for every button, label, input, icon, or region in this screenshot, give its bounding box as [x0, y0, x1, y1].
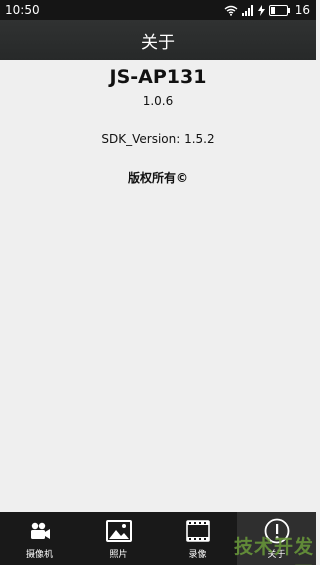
- nav-item-label: 录像: [188, 549, 207, 560]
- film-icon: [185, 518, 210, 544]
- status-icons: 16: [224, 3, 310, 17]
- battery-level: 16: [294, 3, 310, 17]
- wifi-icon: [224, 5, 238, 16]
- title-bar: 关于: [0, 20, 316, 60]
- status-time: 10:50: [5, 3, 40, 17]
- photo-icon: [105, 518, 132, 544]
- watermark-text: 技术开发网: [233, 536, 314, 565]
- nav-item-label: 照片: [109, 549, 128, 560]
- copyright-text: 版权所有©: [127, 171, 188, 185]
- page-title: 关于: [141, 32, 175, 53]
- charging-icon: [257, 4, 265, 16]
- battery-icon: [268, 4, 291, 16]
- nav-item-label: 摄像机: [25, 549, 53, 560]
- app-name: JS-AP131: [109, 66, 207, 88]
- signal-icon: [241, 4, 254, 16]
- camera-icon: [29, 518, 51, 544]
- status-bar: 10:50 16: [0, 0, 316, 20]
- nav-item-camera[interactable]: 摄像机: [0, 512, 79, 565]
- nav-item-photos[interactable]: 照片: [79, 512, 158, 565]
- app-version: 1.0.6: [142, 94, 174, 108]
- sdk-version: SDK_Version: 1.5.2: [101, 132, 215, 146]
- about-content: JS-AP131 1.0.6 SDK_Version: 1.5.2 版权所有©: [0, 60, 316, 512]
